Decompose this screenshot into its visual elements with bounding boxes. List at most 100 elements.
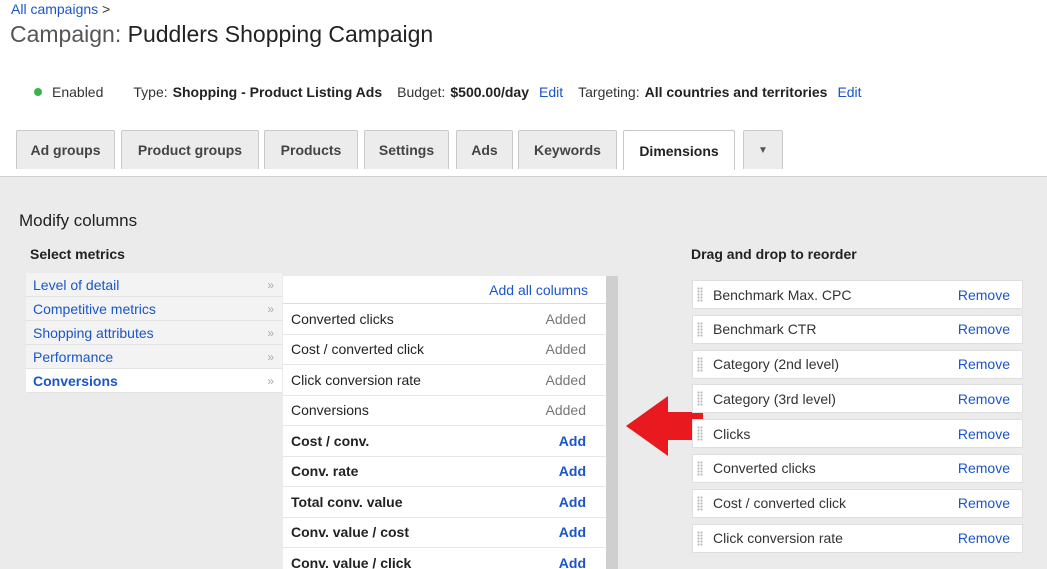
column-name: Cost / converted click (713, 495, 847, 512)
metric-category-list: Level of detail » Competitive metrics » … (26, 273, 282, 393)
metric-row: Converted clicks Added (283, 304, 606, 335)
enabled-status-dot-icon (34, 88, 42, 96)
reorder-heading: Drag and drop to reorder (691, 246, 857, 262)
type-label: Type: (133, 84, 168, 100)
category-level-of-detail[interactable]: Level of detail » (26, 273, 282, 297)
tab-ad-groups[interactable]: Ad groups (16, 130, 115, 169)
metric-name: Converted clicks (291, 310, 394, 327)
tabs-more-button[interactable]: ▼ (743, 130, 783, 169)
metric-row: Total conv. value Add (283, 487, 606, 518)
metric-row: Cost / conv. Add (283, 426, 606, 457)
metric-options-list: Add all columns Converted clicks Added C… (283, 276, 606, 569)
metric-add-link[interactable]: Add (559, 433, 586, 449)
column-name: Benchmark Max. CPC (713, 286, 852, 303)
metric-add-link[interactable]: Add (559, 555, 586, 569)
column-item[interactable]: Cost / converted click Remove (692, 488, 1023, 518)
remove-column-link[interactable]: Remove (958, 426, 1010, 442)
tab-bar: Ad groups Product groups Products Settin… (0, 130, 1047, 177)
remove-column-link[interactable]: Remove (958, 321, 1010, 337)
tab-dimensions[interactable]: Dimensions (623, 130, 735, 170)
metric-added-status: Added (545, 341, 586, 358)
column-name: Clicks (713, 425, 751, 442)
tab-products[interactable]: Products (264, 130, 358, 169)
category-label: Level of detail (33, 276, 120, 293)
column-item[interactable]: Category (3rd level) Remove (692, 384, 1023, 414)
drag-handle-icon[interactable] (697, 426, 703, 442)
metric-row: Conv. value / click Add (283, 548, 606, 569)
column-name: Category (3rd level) (713, 390, 836, 407)
remove-column-link[interactable]: Remove (958, 391, 1010, 407)
targeting-value: All countries and territories (644, 84, 828, 100)
drag-handle-icon[interactable] (697, 356, 703, 372)
remove-column-link[interactable]: Remove (958, 495, 1010, 511)
category-label: Conversions (33, 372, 118, 389)
category-competitive-metrics[interactable]: Competitive metrics » (26, 297, 282, 321)
metric-name: Conversions (291, 402, 369, 419)
metric-row: Conv. rate Add (283, 457, 606, 487)
metric-row: Conv. value / cost Add (283, 518, 606, 548)
column-item[interactable]: Click conversion rate Remove (692, 523, 1023, 553)
column-name: Benchmark CTR (713, 321, 817, 338)
breadcrumb-all-campaigns-link[interactable]: All campaigns (11, 1, 98, 17)
metric-add-link[interactable]: Add (559, 463, 586, 479)
column-item[interactable]: Converted clicks Remove (692, 453, 1023, 483)
column-name: Category (2nd level) (713, 356, 840, 373)
targeting-edit-link[interactable]: Edit (837, 84, 861, 100)
tab-ads[interactable]: Ads (456, 130, 513, 169)
column-name: Converted clicks (713, 460, 816, 477)
remove-column-link[interactable]: Remove (958, 530, 1010, 546)
category-performance[interactable]: Performance » (26, 345, 282, 369)
column-item[interactable]: Clicks Remove (692, 419, 1023, 449)
metric-row: Click conversion rate Added (283, 365, 606, 396)
double-chevron-right-icon: » (267, 301, 274, 316)
page-title: Campaign: Puddlers Shopping Campaign (10, 21, 433, 48)
type-value: Shopping - Product Listing Ads (172, 84, 383, 100)
chevron-down-icon: ▼ (758, 144, 768, 156)
metric-name: Cost / conv. (291, 432, 370, 449)
category-label: Shopping attributes (33, 324, 154, 341)
selected-columns-list: Benchmark Max. CPC Remove Benchmark CTR … (692, 280, 1023, 558)
metric-added-status: Added (545, 402, 586, 419)
tab-keywords[interactable]: Keywords (518, 130, 617, 169)
add-all-columns-link[interactable]: Add all columns (283, 276, 606, 304)
category-conversions[interactable]: Conversions » (26, 369, 282, 393)
budget-edit-link[interactable]: Edit (539, 84, 563, 100)
category-label: Performance (33, 348, 114, 365)
column-item[interactable]: Benchmark CTR Remove (692, 314, 1023, 344)
metric-add-link[interactable]: Add (559, 494, 586, 510)
metric-added-status: Added (545, 371, 586, 388)
targeting-label: Targeting: (578, 84, 640, 100)
remove-column-link[interactable]: Remove (958, 287, 1010, 303)
remove-column-link[interactable]: Remove (958, 460, 1010, 476)
drag-handle-icon[interactable] (697, 287, 703, 302)
breadcrumb: All campaigns > (11, 1, 110, 17)
page-title-prefix: Campaign: (10, 21, 122, 47)
metric-list-scrollbar[interactable] (606, 276, 618, 569)
drag-handle-icon[interactable] (697, 460, 703, 476)
column-item[interactable]: Category (2nd level) Remove (692, 349, 1023, 379)
tab-product-groups[interactable]: Product groups (121, 130, 259, 169)
select-metrics-heading: Select metrics (30, 246, 125, 262)
drag-handle-icon[interactable] (697, 391, 703, 407)
metric-add-link[interactable]: Add (559, 524, 586, 540)
metric-row: Conversions Added (283, 396, 606, 426)
category-label: Competitive metrics (33, 300, 156, 317)
double-chevron-right-icon: » (267, 349, 274, 364)
campaign-name: Puddlers Shopping Campaign (127, 21, 434, 47)
drag-handle-icon[interactable] (697, 321, 703, 337)
drag-handle-icon[interactable] (697, 530, 703, 546)
metric-name: Total conv. value (291, 493, 403, 510)
breadcrumb-separator: > (102, 1, 111, 17)
drag-handle-icon[interactable] (697, 495, 703, 511)
double-chevron-right-icon: » (267, 373, 274, 388)
metric-name: Click conversion rate (291, 371, 421, 388)
budget-label: Budget: (397, 84, 446, 100)
tab-settings[interactable]: Settings (364, 130, 449, 169)
remove-column-link[interactable]: Remove (958, 356, 1010, 372)
category-shopping-attributes[interactable]: Shopping attributes » (26, 321, 282, 345)
column-name: Click conversion rate (713, 530, 843, 547)
status-state[interactable]: Enabled (52, 84, 103, 100)
budget-value: $500.00/day (450, 84, 529, 100)
column-item[interactable]: Benchmark Max. CPC Remove (692, 280, 1023, 309)
double-chevron-right-icon: » (267, 277, 274, 292)
